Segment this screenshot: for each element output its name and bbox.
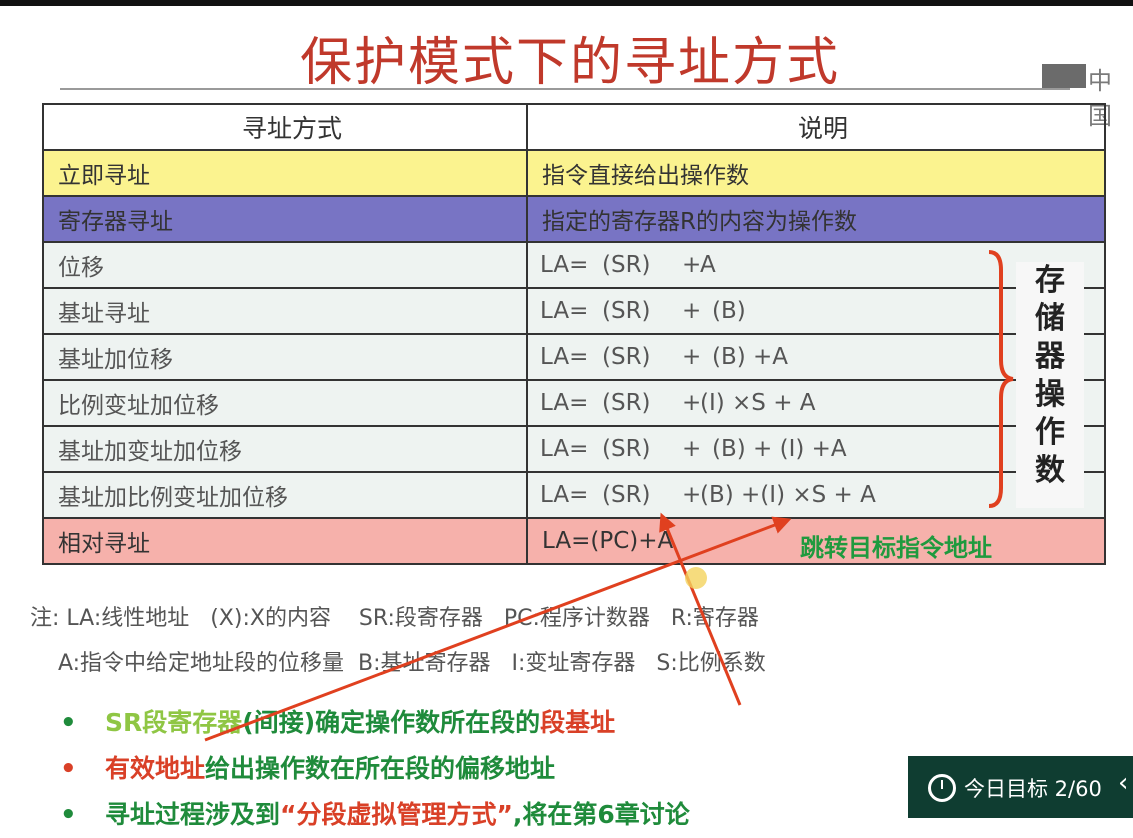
- formula-la: LA=: [540, 298, 589, 324]
- mode-cell: 基址寻址: [42, 287, 528, 335]
- mode-cell: 立即寻址: [42, 149, 528, 197]
- formula-rest: (B) +A: [712, 344, 789, 370]
- right-brace-icon: [988, 250, 1014, 508]
- bullet-dot: •: [60, 708, 77, 738]
- cursor-highlight: [685, 567, 707, 589]
- formula-plus: +: [682, 252, 702, 278]
- formula-plus: +: [682, 298, 702, 324]
- formula-sr: (SR): [602, 252, 651, 278]
- chevron-left-icon[interactable]: ‹: [1118, 768, 1128, 798]
- memory-label-char: 器: [1035, 339, 1065, 374]
- table-row-immediate: 立即寻址 指令直接给出操作数: [42, 149, 1106, 197]
- title-underline: [60, 88, 1070, 90]
- desc-cell: 指令直接给出操作数: [526, 149, 1106, 197]
- mode-cell: 位移: [42, 241, 528, 289]
- formula-rest: (B) + (I) +A: [712, 436, 847, 462]
- mode-cell: 相对寻址: [42, 517, 528, 565]
- formula-sr: (SR): [602, 344, 651, 370]
- notes: 注: LA:线性地址 (X):X的内容 SR:段寄存器 PC:程序计数器 R:寄…: [30, 596, 766, 686]
- memory-label-char: 操: [1035, 377, 1065, 412]
- bullet-text: (间接)确定操作数所在段的: [242, 708, 541, 737]
- top-black-bar: [0, 0, 1133, 6]
- list-item: • SR段寄存器(间接)确定操作数所在段的段基址: [60, 700, 690, 746]
- formula-rest: (B): [712, 298, 746, 324]
- memory-label-char: 储: [1035, 301, 1065, 336]
- memory-label-char: 数: [1035, 453, 1065, 488]
- table-row-memory: 比例变址加位移 LA= (SR) + (I) ×S + A: [42, 379, 1106, 427]
- table-row-memory: 基址加变址加位移 LA= (SR) + (B) + (I) +A: [42, 425, 1106, 473]
- formula-la: LA=: [540, 436, 589, 462]
- formula-la: LA=: [540, 482, 589, 508]
- memory-operand-label: 存 储 器 操 作 数: [1016, 262, 1084, 508]
- bullet-dot: •: [60, 800, 77, 830]
- formula-sr: (SR): [602, 482, 651, 508]
- formula-la: LA=: [540, 390, 589, 416]
- bullet-text: ,将在第6章讨论: [512, 800, 690, 829]
- mode-cell: 比例变址加位移: [42, 379, 528, 427]
- formula-la: LA=: [540, 252, 589, 278]
- formula-plus: +: [682, 390, 702, 416]
- daily-goal-widget[interactable]: 今日目标 2/60 ‹: [908, 756, 1133, 818]
- memory-label-char: 作: [1035, 415, 1065, 450]
- logo-block-icon: [1042, 64, 1086, 88]
- header-desc: 说明: [526, 103, 1106, 151]
- formula-sr: (SR): [602, 298, 651, 324]
- bullet-text-emphasis: 有效地址: [105, 754, 206, 783]
- formula-sr: (SR): [602, 436, 651, 462]
- table-row-memory: 基址加位移 LA= (SR) + (B) +A: [42, 333, 1106, 381]
- desc-cell: 指定的寄存器R的内容为操作数: [526, 195, 1106, 243]
- bullet-text-emphasis: “分段虚拟管理方式”: [280, 800, 513, 829]
- formula-rest: A: [700, 252, 716, 278]
- formula-rest: (B) +(I) ×S + A: [700, 482, 876, 508]
- clock-icon: [928, 774, 956, 802]
- bullet-list: • SR段寄存器(间接)确定操作数所在段的段基址 • 有效地址给出操作数在所在段…: [60, 700, 690, 838]
- list-item: • 寻址过程涉及到“分段虚拟管理方式”,将在第6章讨论: [60, 792, 690, 838]
- memory-label-char: 存: [1035, 263, 1065, 298]
- bullet-text-highlight: SR段寄存器: [105, 708, 243, 737]
- jump-target-label: 跳转目标指令地址: [800, 534, 992, 562]
- bullet-text-emphasis: 段基址: [540, 708, 616, 737]
- mode-cell: 寄存器寻址: [42, 195, 528, 243]
- table-row-memory: 基址加比例变址加位移 LA= (SR) + (B) +(I) ×S + A: [42, 471, 1106, 519]
- mode-cell: 基址加比例变址加位移: [42, 471, 528, 519]
- table-row-memory: 基址寻址 LA= (SR) + (B): [42, 287, 1106, 335]
- addressing-table: 寻址方式 说明 立即寻址 指令直接给出操作数 寄存器寻址 指定的寄存器R的内容为…: [42, 103, 1106, 565]
- bullet-dot: •: [60, 754, 77, 784]
- formula-plus: +: [682, 344, 702, 370]
- mode-cell: 基址加变址加位移: [42, 425, 528, 473]
- notes-line-2: A:指令中给定地址段的位移量 B:基址寄存器 I:变址寄存器 S:比例系数: [30, 651, 766, 676]
- daily-goal-label: 今日目标 2/60: [964, 777, 1102, 801]
- formula-plus: +: [682, 482, 702, 508]
- bullet-text: 给出操作数在所在段的偏移地址: [205, 754, 556, 783]
- list-item: • 有效地址给出操作数在所在段的偏移地址: [60, 746, 690, 792]
- table-row-register: 寄存器寻址 指定的寄存器R的内容为操作数: [42, 195, 1106, 243]
- mode-cell: 基址加位移: [42, 333, 528, 381]
- formula-la: LA=: [540, 344, 589, 370]
- notes-line-1: 注: LA:线性地址 (X):X的内容 SR:段寄存器 PC:程序计数器 R:寄…: [30, 606, 759, 631]
- formula-plus: +: [682, 436, 702, 462]
- bullet-text: 寻址过程涉及到: [105, 800, 281, 829]
- table-row-memory: 位移 LA= (SR) + A: [42, 241, 1106, 289]
- slide-title: 保护模式下的寻址方式: [300, 33, 841, 93]
- formula-rest: (I) ×S + A: [700, 390, 816, 416]
- brand-logo: 中国: [1040, 58, 1133, 130]
- header-mode: 寻址方式: [42, 103, 528, 151]
- formula-sr: (SR): [602, 390, 651, 416]
